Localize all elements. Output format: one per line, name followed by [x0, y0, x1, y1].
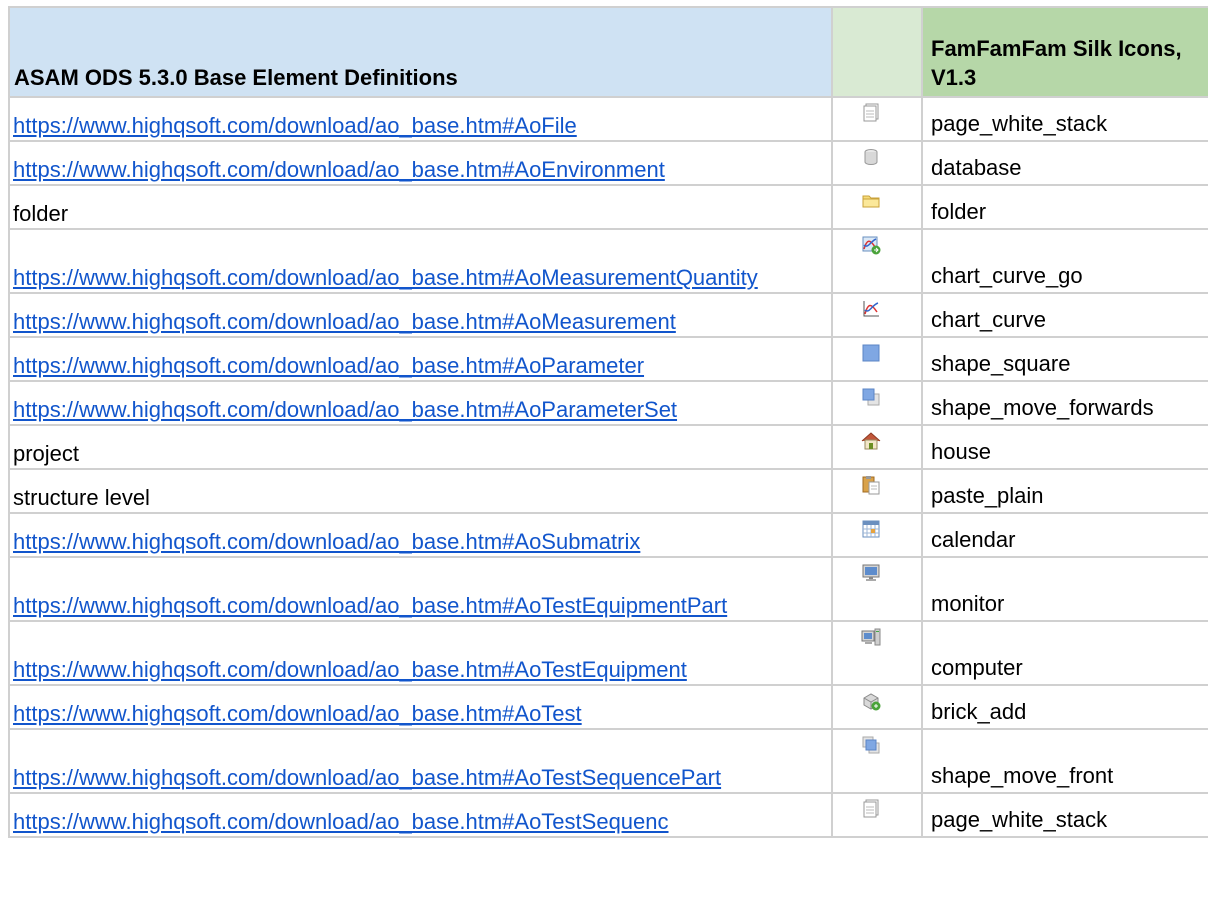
- icon-name: shape_square: [921, 336, 1208, 382]
- icon-name: shape_move_forwards: [921, 380, 1208, 426]
- table-row: https://www.highqsoft.com/download/ao_ba…: [8, 292, 1208, 338]
- icon-cell: [831, 468, 923, 514]
- icon-cell: [831, 140, 923, 186]
- definition-link[interactable]: https://www.highqsoft.com/download/ao_ba…: [8, 140, 833, 186]
- icon-name: house: [921, 424, 1208, 470]
- definition-link[interactable]: https://www.highqsoft.com/download/ao_ba…: [8, 292, 833, 338]
- chart-curve-go-icon: [861, 235, 881, 255]
- icon-cell: [831, 228, 923, 294]
- icon-name: shape_move_front: [921, 728, 1208, 794]
- icon-name: chart_curve: [921, 292, 1208, 338]
- chart-curve-icon: [861, 299, 881, 319]
- table-row: https://www.highqsoft.com/download/ao_ba…: [8, 620, 1208, 686]
- icon-cell: [831, 620, 923, 686]
- icon-name: page_white_stack: [921, 792, 1208, 838]
- icon-mapping-table: ASAM ODS 5.3.0 Base Element Definitions …: [8, 6, 1208, 838]
- icon-cell: [831, 424, 923, 470]
- icon-name: folder: [921, 184, 1208, 230]
- icon-name: brick_add: [921, 684, 1208, 730]
- icon-name: page_white_stack: [921, 96, 1208, 142]
- icon-cell: [831, 728, 923, 794]
- table-row: https://www.highqsoft.com/download/ao_ba…: [8, 380, 1208, 426]
- table-row: https://www.highqsoft.com/download/ao_ba…: [8, 96, 1208, 142]
- icon-name: paste_plain: [921, 468, 1208, 514]
- database-icon: [861, 147, 881, 167]
- definition-link[interactable]: https://www.highqsoft.com/download/ao_ba…: [8, 620, 833, 686]
- shape-square-icon: [861, 343, 881, 363]
- icon-cell: [831, 380, 923, 426]
- icon-cell: [831, 684, 923, 730]
- table-row: https://www.highqsoft.com/download/ao_ba…: [8, 728, 1208, 794]
- icon-cell: [831, 512, 923, 558]
- brick-add-icon: [861, 691, 881, 711]
- table-row: https://www.highqsoft.com/download/ao_ba…: [8, 336, 1208, 382]
- icon-name: chart_curve_go: [921, 228, 1208, 294]
- shape-move-forwards-icon: [861, 387, 881, 407]
- page-white-stack-icon: [861, 799, 881, 819]
- icon-name: database: [921, 140, 1208, 186]
- definition-link[interactable]: https://www.highqsoft.com/download/ao_ba…: [8, 228, 833, 294]
- definition-link[interactable]: https://www.highqsoft.com/download/ao_ba…: [8, 684, 833, 730]
- folder-icon: [861, 191, 881, 211]
- header-icon-column: [831, 6, 923, 98]
- table-row: https://www.highqsoft.com/download/ao_ba…: [8, 556, 1208, 622]
- header-silk-icons: FamFamFam Silk Icons, V1.3: [921, 6, 1208, 98]
- definition-link[interactable]: https://www.highqsoft.com/download/ao_ba…: [8, 512, 833, 558]
- page-white-stack-icon: [861, 103, 881, 123]
- icon-name: calendar: [921, 512, 1208, 558]
- table-row: https://www.highqsoft.com/download/ao_ba…: [8, 228, 1208, 294]
- icon-cell: [831, 556, 923, 622]
- icon-cell: [831, 184, 923, 230]
- definition-text: folder: [8, 184, 833, 230]
- house-icon: [861, 431, 881, 451]
- table-row: https://www.highqsoft.com/download/ao_ba…: [8, 792, 1208, 838]
- table-row: structure level paste_plain: [8, 468, 1208, 514]
- monitor-icon: [861, 563, 881, 583]
- table-row: folder folder: [8, 184, 1208, 230]
- definition-link[interactable]: https://www.highqsoft.com/download/ao_ba…: [8, 336, 833, 382]
- definition-text: project: [8, 424, 833, 470]
- icon-name: computer: [921, 620, 1208, 686]
- definition-link[interactable]: https://www.highqsoft.com/download/ao_ba…: [8, 380, 833, 426]
- definition-text: structure level: [8, 468, 833, 514]
- table-row: https://www.highqsoft.com/download/ao_ba…: [8, 512, 1208, 558]
- icon-cell: [831, 96, 923, 142]
- definition-link[interactable]: https://www.highqsoft.com/download/ao_ba…: [8, 792, 833, 838]
- table-header-row: ASAM ODS 5.3.0 Base Element Definitions …: [8, 6, 1208, 98]
- icon-name: monitor: [921, 556, 1208, 622]
- definition-link[interactable]: https://www.highqsoft.com/download/ao_ba…: [8, 96, 833, 142]
- icon-cell: [831, 792, 923, 838]
- icon-cell: [831, 336, 923, 382]
- icon-cell: [831, 292, 923, 338]
- table-row: https://www.highqsoft.com/download/ao_ba…: [8, 684, 1208, 730]
- computer-icon: [861, 627, 881, 647]
- table-row: https://www.highqsoft.com/download/ao_ba…: [8, 140, 1208, 186]
- paste-plain-icon: [861, 475, 881, 495]
- definition-link[interactable]: https://www.highqsoft.com/download/ao_ba…: [8, 728, 833, 794]
- shape-move-front-icon: [861, 735, 881, 755]
- calendar-icon: [861, 519, 881, 539]
- header-base-element-definitions: ASAM ODS 5.3.0 Base Element Definitions: [8, 6, 833, 98]
- table-row: project house: [8, 424, 1208, 470]
- definition-link[interactable]: https://www.highqsoft.com/download/ao_ba…: [8, 556, 833, 622]
